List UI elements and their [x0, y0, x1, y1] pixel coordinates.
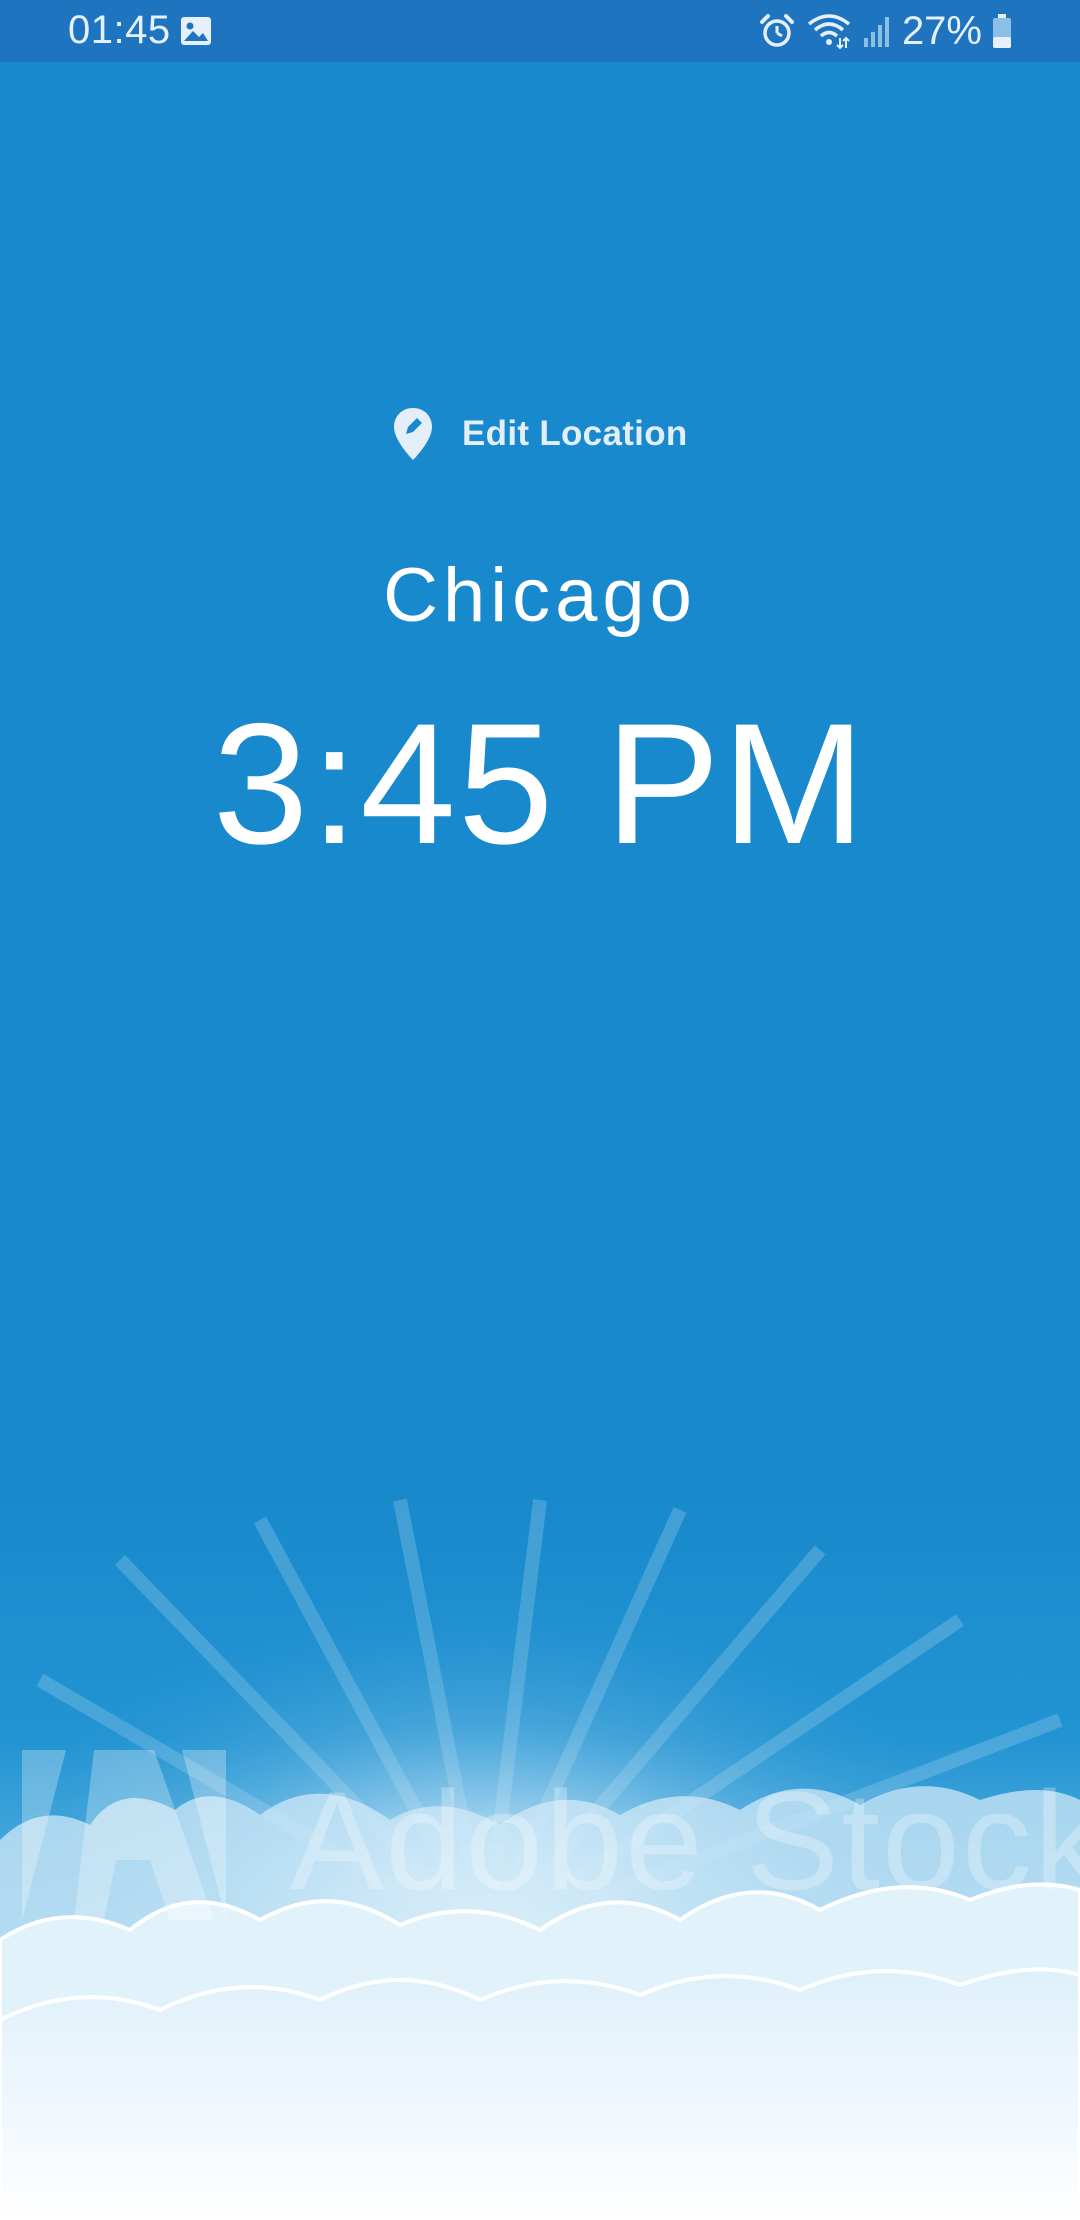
- status-bar: 01:45 27%: [0, 0, 1080, 62]
- edit-location-label: Edit Location: [462, 414, 688, 453]
- battery-icon: [993, 14, 1011, 48]
- edit-location-pin-icon: [394, 408, 432, 460]
- wifi-icon: [807, 14, 851, 50]
- battery-percentage: 27%: [901, 8, 982, 53]
- signal-icon: [863, 17, 889, 47]
- adobe-stock-watermark-text: Adobe Stock: [290, 1762, 1080, 1919]
- city-name: Chicago: [383, 553, 697, 638]
- gallery-icon: [181, 17, 211, 45]
- edit-location-button[interactable]: Edit Location: [392, 406, 688, 462]
- status-time: 01:45: [68, 8, 171, 52]
- local-time: 3:45 PM: [212, 688, 868, 880]
- alarm-icon: [759, 14, 794, 47]
- status-icons: 27%: [758, 8, 1012, 54]
- world-time-screen: 01:45 27% Adobe Stock Edit Location Chic…: [0, 0, 1080, 2220]
